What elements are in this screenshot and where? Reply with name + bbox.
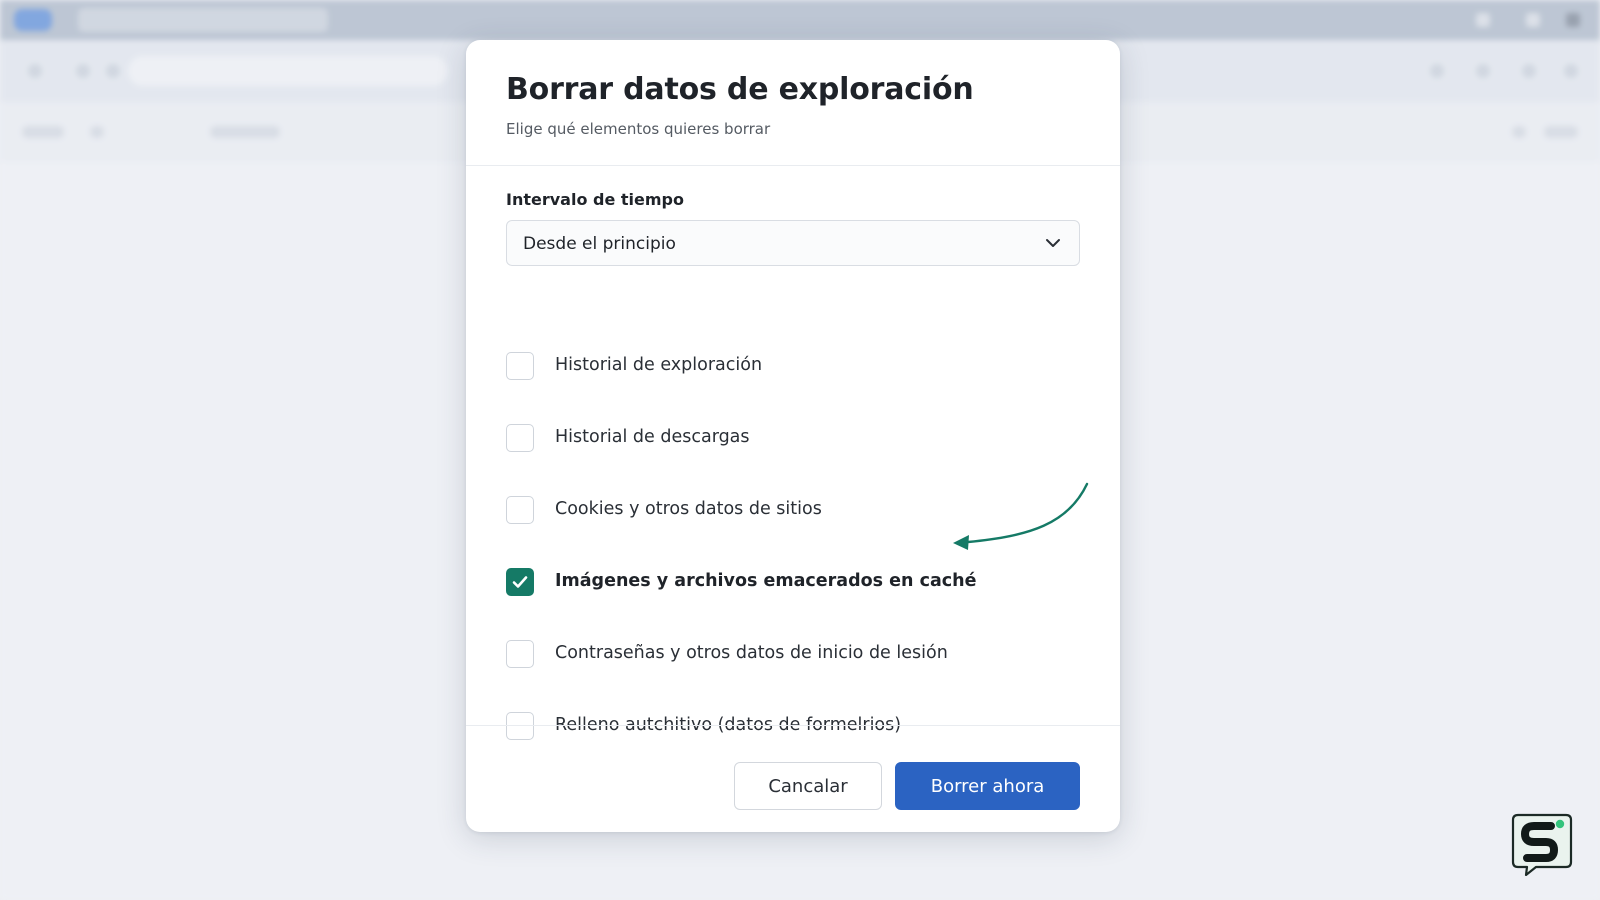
checkmark-icon <box>512 576 528 588</box>
dialog-subtitle: Elige qué elementos quieres borrar <box>506 120 771 138</box>
cancel-button[interactable]: Cancalar <box>734 762 882 810</box>
time-range-label: Intervalo de tiempo <box>506 190 684 209</box>
download-history-checkbox[interactable] <box>506 424 534 452</box>
option-browsing-history[interactable]: Historial de exploración <box>506 348 1080 384</box>
dialog-footer: Cancalar Borrer ahora <box>466 725 1120 832</box>
chevron-down-icon <box>1046 239 1060 247</box>
clear-browsing-data-dialog: Borrar datos de exploración Elige qué el… <box>466 40 1120 832</box>
cookies-checkbox[interactable] <box>506 496 534 524</box>
option-label: Cookies y otros datos de sitios <box>555 499 822 519</box>
option-label: Imágenes y archivos emacerados en caché <box>555 571 977 591</box>
option-download-history[interactable]: Historial de descargas <box>506 420 1080 456</box>
option-passwords[interactable]: Contraseñas y otros datos de inicio de l… <box>506 636 1080 672</box>
s-logo-icon <box>1511 813 1573 876</box>
option-label: Contraseñas y otros datos de inicio de l… <box>555 643 948 663</box>
option-cached-images[interactable]: Imágenes y archivos emacerados en caché <box>506 564 1080 600</box>
clear-now-button[interactable]: Borrer ahora <box>895 762 1080 810</box>
curved-arrow-icon <box>953 482 1089 550</box>
dialog-header: Borrar datos de exploración Elige qué el… <box>466 40 1120 166</box>
browsing-history-checkbox[interactable] <box>506 352 534 380</box>
passwords-checkbox[interactable] <box>506 640 534 668</box>
time-range-select[interactable]: Desde el principio <box>506 220 1080 266</box>
option-label: Historial de descargas <box>555 427 750 447</box>
option-label: Historial de exploración <box>555 355 763 375</box>
dialog-title: Borrar datos de exploración <box>506 72 974 107</box>
time-range-value: Desde el principio <box>523 234 676 254</box>
cached-images-checkbox[interactable] <box>506 568 534 596</box>
